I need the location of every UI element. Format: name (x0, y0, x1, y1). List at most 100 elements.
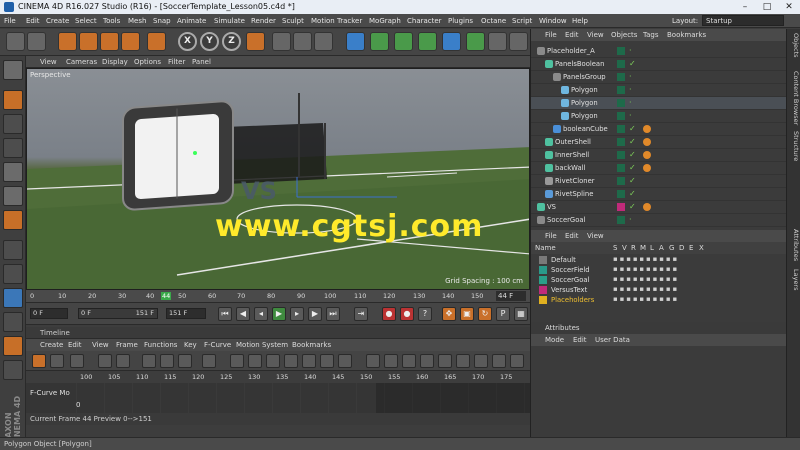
key-mode-icon[interactable] (32, 354, 46, 368)
object-row[interactable]: InnerShell ✓ (531, 149, 787, 162)
menu-snap[interactable]: Snap (153, 17, 171, 25)
layer-toggle-icons[interactable]: ▪▪▪▪▪▪▪▪▪▪ (613, 285, 679, 293)
material-tag-icon[interactable] (643, 151, 651, 159)
start-frame-field[interactable]: 0 F (30, 308, 68, 319)
lm-menu-file[interactable]: File (545, 232, 557, 240)
overshoot-icon[interactable] (474, 354, 488, 368)
pla-key-icon[interactable]: ▦ (514, 307, 528, 321)
object-row[interactable]: OuterShell ✓ (531, 136, 787, 149)
layer-row[interactable]: Default ▪▪▪▪▪▪▪▪▪▪ (531, 255, 787, 265)
menu-window[interactable]: Window (539, 17, 567, 25)
menu-edit[interactable]: Edit (26, 17, 40, 25)
enabled-check-icon[interactable]: ✓ (629, 124, 636, 133)
layer-color-swatch[interactable] (539, 296, 547, 304)
menu-create[interactable]: Create (46, 17, 69, 25)
object-row[interactable]: PanelsGroup · (531, 71, 787, 84)
tl-menu-view[interactable]: View (92, 341, 109, 349)
rotation-key-icon[interactable]: ↻ (478, 307, 492, 321)
spline-hard-icon[interactable] (338, 354, 352, 368)
viewport-3d[interactable]: VS Perspective www.cgtsj.com Grid Spacin… (26, 68, 530, 290)
end-frame-field[interactable]: 151 F (166, 308, 206, 319)
render-picture-viewer-icon[interactable] (293, 32, 312, 51)
zoom-icon[interactable] (178, 354, 192, 368)
scale-icon[interactable] (100, 32, 119, 51)
x-axis-lock-icon[interactable]: X (178, 32, 197, 51)
om-menu-edit[interactable]: Edit (565, 31, 579, 39)
render-settings-icon[interactable] (314, 32, 333, 51)
layer-swatch[interactable] (617, 138, 625, 146)
enabled-check-icon[interactable]: ✓ (629, 176, 636, 185)
menu-sculpt[interactable]: Sculpt (282, 17, 304, 25)
menu-tools[interactable]: Tools (103, 17, 120, 25)
object-row-selected[interactable]: Polygon · (531, 97, 787, 110)
zero-angle-icon[interactable] (420, 354, 434, 368)
layer-swatch[interactable] (617, 164, 625, 172)
locked-workplane-icon[interactable] (3, 336, 23, 356)
close-button[interactable]: ✕ (778, 0, 800, 14)
fcurve-mode-icon[interactable] (50, 354, 64, 368)
model-mode-icon[interactable] (3, 90, 23, 110)
tangent-lock-icon[interactable] (402, 354, 416, 368)
scale-key-icon[interactable]: ▣ (460, 307, 474, 321)
layer-swatch[interactable] (617, 125, 625, 133)
tl-menu-create[interactable]: Create (40, 341, 63, 349)
redo-icon[interactable] (27, 32, 46, 51)
tab-layers[interactable]: Layers (788, 269, 800, 291)
menu-simulate[interactable]: Simulate (214, 17, 245, 25)
tab-content-browser[interactable]: Content Browser (788, 71, 800, 125)
edges-mode-icon[interactable] (3, 186, 23, 206)
remove-overshoot-icon[interactable] (492, 354, 506, 368)
object-row[interactable]: PanelsBoolean ✓ (531, 58, 787, 71)
object-row[interactable]: backWall ✓ (531, 162, 787, 175)
layer-swatch[interactable] (617, 216, 625, 224)
break-tangents-icon[interactable] (384, 354, 398, 368)
layer-swatch[interactable] (617, 203, 625, 211)
menu-motion-tracker[interactable]: Motion Tracker (311, 17, 362, 25)
menu-character[interactable]: Character (407, 17, 442, 25)
layer-swatch[interactable] (617, 60, 625, 68)
spline-pen-icon[interactable] (370, 32, 389, 51)
om-menu-file[interactable]: File (545, 31, 557, 39)
layer-toggle-icons[interactable]: ▪▪▪▪▪▪▪▪▪▪ (613, 265, 679, 273)
material-tag-icon[interactable] (643, 203, 651, 211)
om-menu-view[interactable]: View (587, 31, 604, 39)
enabled-check-icon[interactable]: ✓ (629, 189, 636, 198)
enabled-check-icon[interactable]: · (629, 46, 632, 55)
tab-attributes[interactable]: Attributes (788, 229, 800, 261)
clamp-icon[interactable] (456, 354, 470, 368)
object-row[interactable]: SoccerGoal · (531, 214, 787, 227)
layer-toggle-icons[interactable]: ▪▪▪▪▪▪▪▪▪▪ (613, 255, 679, 263)
enabled-check-icon[interactable]: · (629, 215, 632, 224)
current-frame-field[interactable]: 44 F (496, 291, 526, 301)
position-key-icon[interactable]: ✥ (442, 307, 456, 321)
om-menu-bookmarks[interactable]: Bookmarks (667, 31, 706, 39)
timeline-mode-icon[interactable]: ⇥ (354, 307, 368, 321)
play-icon[interactable]: ▶ (272, 307, 286, 321)
make-editable-icon[interactable] (3, 60, 23, 80)
range-slider[interactable]: 0 F 151 F (78, 308, 158, 319)
attr-menu-mode[interactable]: Mode (545, 336, 564, 344)
camera-icon[interactable] (488, 32, 507, 51)
enabled-check-icon[interactable]: · (629, 111, 632, 120)
light-icon[interactable] (509, 32, 528, 51)
menu-animate[interactable]: Animate (177, 17, 206, 25)
layer-color-swatch[interactable] (539, 286, 547, 294)
menu-render[interactable]: Render (251, 17, 276, 25)
layer-swatch[interactable] (617, 151, 625, 159)
enabled-check-icon[interactable]: ✓ (629, 59, 636, 68)
next-frame-icon[interactable]: ▸ (290, 307, 304, 321)
object-row[interactable]: Placeholder_A · (531, 45, 787, 58)
layout-select[interactable]: Startup (702, 15, 784, 26)
layer-color-swatch[interactable] (539, 256, 547, 264)
vp-menu-filter[interactable]: Filter (168, 58, 185, 66)
spline-soft-icon[interactable] (320, 354, 334, 368)
lock-keys-icon[interactable] (366, 354, 380, 368)
vp-menu-options[interactable]: Options (134, 58, 161, 66)
menu-help[interactable]: Help (572, 17, 588, 25)
enabled-check-icon[interactable]: · (629, 85, 632, 94)
powerslider-ruler[interactable]: 0 10 20 30 40 44 50 60 70 80 90 100 110 … (26, 290, 530, 303)
points-mode-icon[interactable] (3, 162, 23, 182)
layer-swatch[interactable] (617, 112, 625, 120)
material-tag-icon[interactable] (643, 164, 651, 172)
previous-frame-icon[interactable]: ◂ (254, 307, 268, 321)
